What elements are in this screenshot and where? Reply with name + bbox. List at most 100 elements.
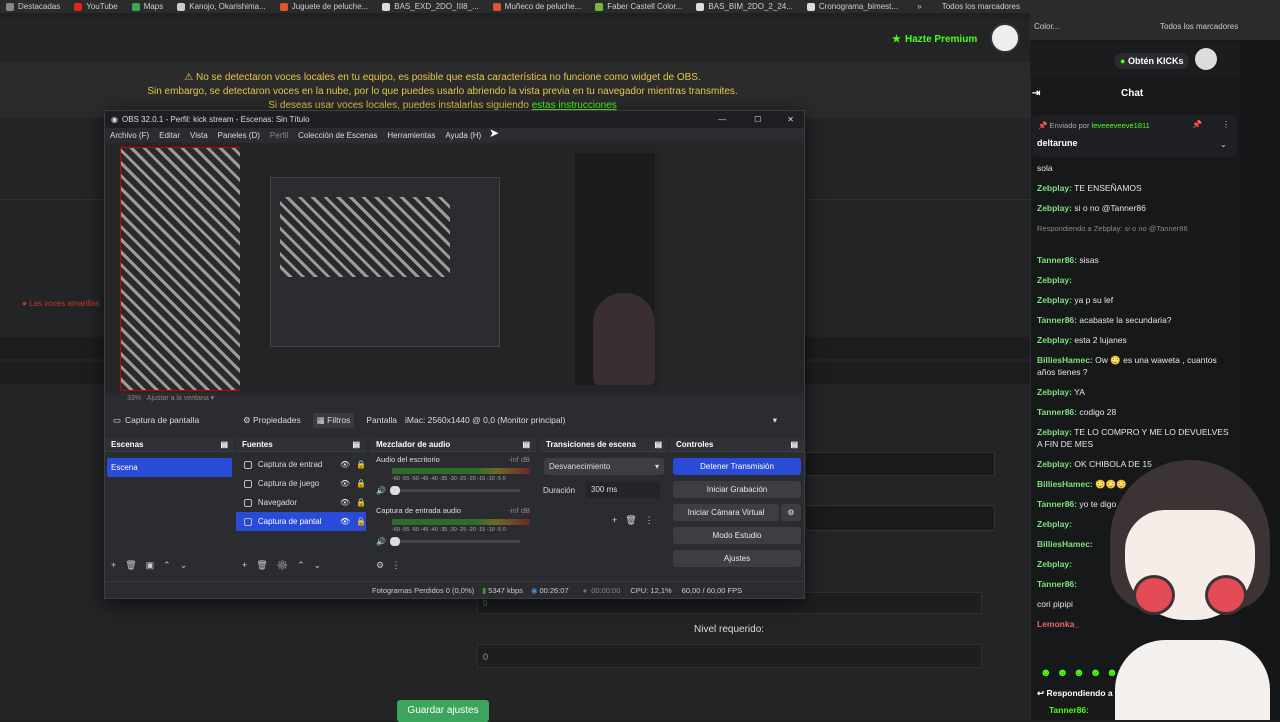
dock-menu-icon[interactable]: ▤: [790, 438, 798, 451]
settings-button[interactable]: Ajustes: [673, 550, 801, 567]
chat-username[interactable]: Tanner86:: [1037, 499, 1077, 509]
scenes-toolbar[interactable]: +🗑▣⌃⌄: [111, 560, 196, 571]
right-bookmark-color[interactable]: Color...: [1034, 22, 1059, 31]
chat-message[interactable]: BilliesHamec: Ow 😳 es una waweta , cuant…: [1037, 354, 1232, 378]
bookmark-item[interactable]: Muñeco de peluche...: [492, 2, 581, 11]
obs-menu-item[interactable]: Vista: [190, 131, 208, 140]
lock-icon[interactable]: 🔒: [356, 517, 366, 526]
obs-menu-item[interactable]: Paneles (D): [218, 131, 260, 140]
unpin-icon[interactable]: 📌: [1192, 120, 1202, 129]
speaker-icon[interactable]: 🔊: [376, 486, 386, 495]
bookmark-item[interactable]: BAS_EXD_2DO_III8_...: [382, 2, 479, 11]
obs-menu-item[interactable]: Herramientas: [387, 131, 435, 140]
transition-select[interactable]: Desvanecimiento ▾: [544, 458, 664, 475]
bookmarks-more-button[interactable]: »: [917, 2, 921, 11]
chat-username[interactable]: Lemonka_: [1037, 619, 1079, 629]
bookmark-item[interactable]: BAS_BIM_2DO_2_24...: [696, 2, 793, 11]
chat-username[interactable]: Zebplay:: [1037, 183, 1072, 193]
chat-message[interactable]: Respondiendo a Zebplay: si o no @Tanner8…: [1037, 222, 1232, 235]
lock-icon[interactable]: 🔒: [356, 479, 366, 488]
chat-username[interactable]: Tanner86:: [1037, 407, 1077, 417]
obs-menu-item[interactable]: Colección de Escenas: [298, 131, 377, 140]
slider-handle[interactable]: [389, 537, 400, 546]
lock-icon[interactable]: 🔒: [356, 498, 366, 507]
filters-button[interactable]: ▦ Filtros: [312, 412, 355, 428]
chat-message[interactable]: Zebplay: TE ENSEÑAMOS: [1037, 182, 1232, 194]
bookmark-item[interactable]: Faber Castell Color...: [595, 2, 682, 11]
nivel-input[interactable]: 0: [477, 644, 982, 668]
chat-username[interactable]: Tanner86:: [1037, 579, 1077, 589]
eye-icon[interactable]: 👁: [340, 460, 350, 469]
input-field[interactable]: [805, 452, 995, 476]
obs-menu-item[interactable]: Editar: [159, 131, 180, 140]
chat-message[interactable]: Tanner86: codigo 28: [1037, 406, 1232, 418]
bookmark-item[interactable]: Kanojo, Okarishima...: [177, 2, 266, 11]
chat-message[interactable]: Zebplay: ya p su lef: [1037, 294, 1232, 306]
speaker-icon[interactable]: 🔊: [376, 537, 386, 546]
right-bookmark-all[interactable]: Todos los marcadores: [1160, 22, 1238, 31]
bookmark-item[interactable]: Cronograma_bimest...: [806, 2, 898, 11]
dock-menu-icon[interactable]: ▤: [654, 438, 662, 451]
source-item[interactable]: Navegador 👁 🔒: [236, 493, 366, 512]
bookmark-item[interactable]: Maps: [131, 2, 163, 11]
lock-icon[interactable]: 🔒: [356, 460, 366, 469]
chat-username[interactable]: Zebplay:: [1037, 519, 1072, 529]
chat-message[interactable]: Zebplay: YA: [1037, 386, 1232, 398]
obs-menu-item[interactable]: Archivo (F): [110, 131, 149, 140]
preview-area[interactable]: [105, 143, 804, 393]
eye-icon[interactable]: 👁: [340, 517, 350, 526]
chat-message[interactable]: Tanner86: acabaste la secundaria?: [1037, 314, 1232, 326]
stop-stream-button[interactable]: Detener Transmisión: [673, 458, 801, 475]
eye-icon[interactable]: 👁: [340, 479, 350, 488]
screen-select[interactable]: iMac: 2560x1440 @ 0,0 (Monitor principal…: [405, 415, 777, 426]
scene-item[interactable]: Escena: [107, 458, 232, 477]
chat-username[interactable]: Zebplay:: [1037, 335, 1072, 345]
fit-label[interactable]: Ajustar a la ventana: [147, 395, 209, 402]
chat-username[interactable]: Tanner86:: [1037, 315, 1077, 325]
user-avatar[interactable]: [1195, 48, 1217, 70]
sources-toolbar[interactable]: +🗑⚙⌃⌄: [242, 560, 330, 571]
chat-username[interactable]: Zebplay:: [1037, 459, 1072, 469]
source-item[interactable]: Captura de pantal 👁 🔒: [236, 512, 366, 531]
bookmark-item[interactable]: YouTube: [74, 2, 118, 11]
input-field[interactable]: [805, 505, 995, 531]
avatar[interactable]: [990, 23, 1020, 53]
maximize-icon[interactable]: ☐: [754, 115, 761, 124]
source-item[interactable]: Captura de juego 👁 🔒: [236, 474, 366, 493]
bookmarks-all-folder[interactable]: Todos los marcadores: [942, 2, 1020, 11]
close-icon[interactable]: ✕: [787, 115, 794, 124]
transition-toolbar[interactable]: +🗑⋮: [612, 515, 662, 526]
pinned-message[interactable]: 📌 Enviado por leveeeveeve1811 deltarune …: [1032, 115, 1238, 157]
start-recording-button[interactable]: Iniciar Grabación: [673, 481, 801, 498]
chevron-down-icon[interactable]: ⌄: [1220, 140, 1227, 149]
eye-icon[interactable]: 👁: [340, 498, 350, 507]
chat-username[interactable]: Zebplay:: [1037, 427, 1072, 437]
slider-handle[interactable]: [389, 486, 400, 495]
bookmark-item[interactable]: Juguete de peluche...: [279, 2, 368, 11]
volume-slider[interactable]: [389, 486, 520, 495]
minimize-icon[interactable]: —: [718, 115, 726, 124]
chat-username[interactable]: Zebplay:: [1037, 203, 1072, 213]
collapse-chat-icon[interactable]: ⇥: [1032, 88, 1040, 99]
chat-message[interactable]: sola: [1037, 162, 1232, 174]
properties-button[interactable]: ⚙ Propiedades: [243, 415, 301, 426]
source-item[interactable]: Captura de entrad 👁 🔒: [236, 455, 366, 474]
chat-message[interactable]: Zebplay: esta 2 lujanes: [1037, 334, 1232, 346]
dock-menu-icon[interactable]: ▤: [522, 438, 530, 451]
dock-menu-icon[interactable]: ▤: [220, 438, 228, 451]
mixer-toolbar[interactable]: ⚙ ⋮: [376, 560, 401, 571]
chat-username[interactable]: BilliesHamec:: [1037, 355, 1093, 365]
duration-input[interactable]: 300 ms: [586, 482, 660, 498]
studio-mode-button[interactable]: Modo Estudio: [673, 527, 801, 544]
chat-message[interactable]: Zebplay:: [1037, 274, 1232, 286]
bookmark-item[interactable]: Destacadas: [6, 2, 60, 11]
chat-username[interactable]: Zebplay:: [1037, 275, 1072, 285]
save-button[interactable]: Guardar ajustes: [397, 700, 489, 722]
chat-message[interactable]: Zebplay: si o no @Tanner86: [1037, 202, 1232, 214]
chat-username[interactable]: Zebplay:: [1037, 387, 1072, 397]
virtual-camera-button[interactable]: Iniciar Cámara Virtual: [673, 504, 779, 521]
chat-username[interactable]: Tanner86:: [1037, 255, 1077, 265]
chat-message[interactable]: Tanner86: sisas: [1037, 254, 1232, 266]
vcam-settings-icon[interactable]: ⚙: [781, 504, 801, 521]
premium-link[interactable]: ★ Hazte Premium: [892, 34, 977, 45]
